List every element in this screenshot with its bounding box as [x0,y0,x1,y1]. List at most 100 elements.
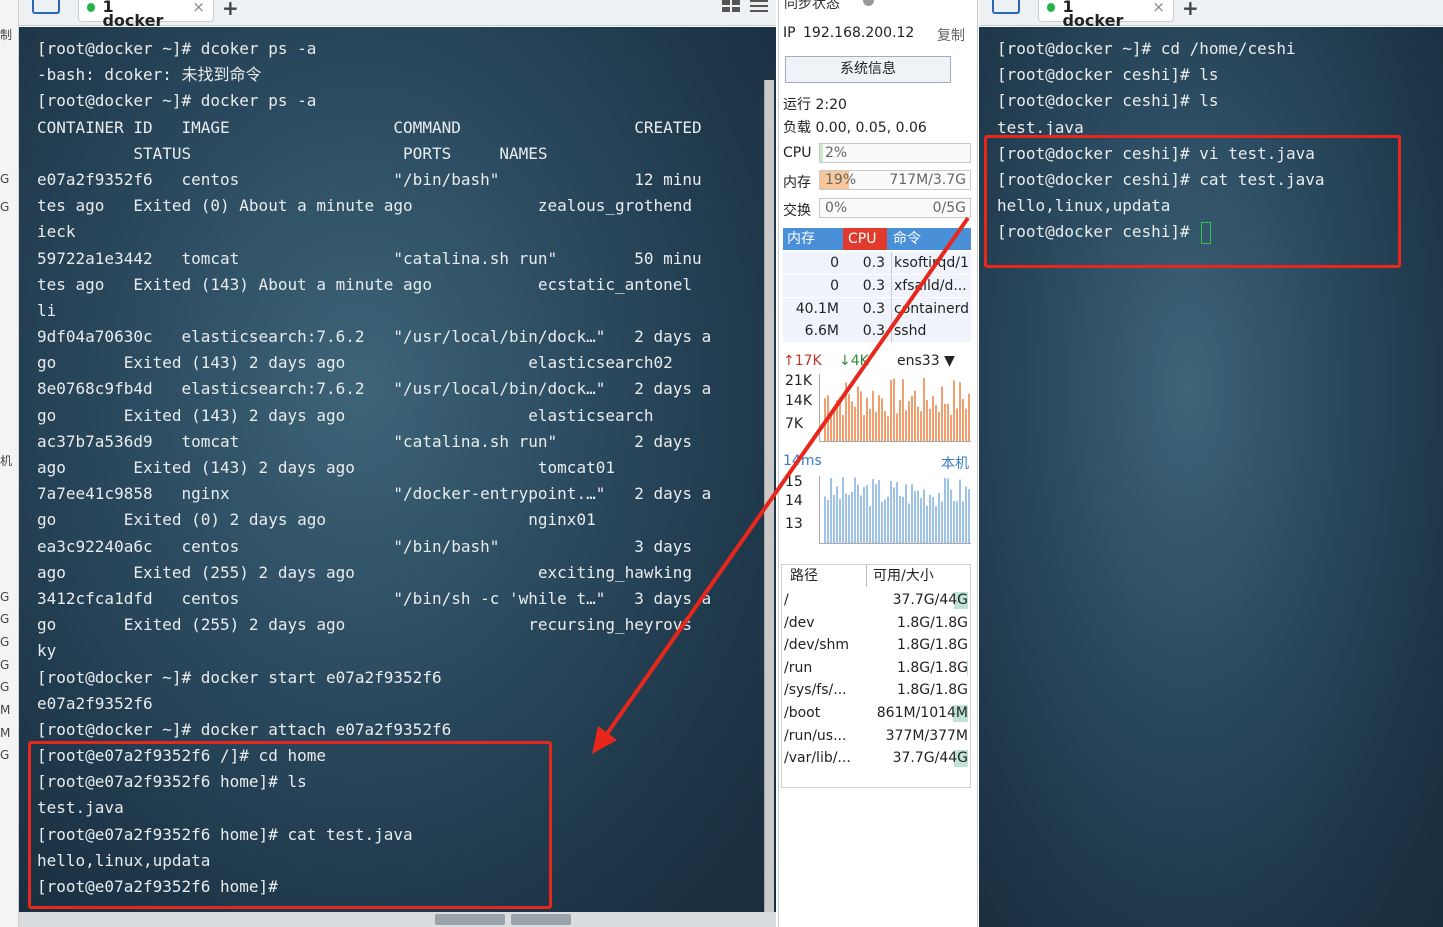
chart-bar [839,397,841,441]
chart-bar [935,505,937,543]
chart-bar [860,495,862,543]
network-interface-select[interactable]: ens33 ▼ [897,353,955,369]
process-cmd-column[interactable]: 命令 [893,228,921,250]
chart-bar [827,499,829,543]
chart-bar [941,501,943,543]
disk-row[interactable]: /dev/shm 1.8G/1.8G [782,634,970,657]
chart-bar [920,498,922,543]
session-manager-button[interactable] [979,0,1031,22]
terminal-line: tes ago Exited (0) About a minute ago ze… [37,193,711,219]
terminal-line-text: 3412cfca1dfd centos "/bin/sh -c 'while t… [37,588,712,608]
disk-path-column[interactable]: 路径 [790,565,818,587]
terminal-line: tes ago Exited (143) About a minute ago … [37,272,711,298]
ip-label: IP [783,25,796,41]
chart-bar [893,378,895,441]
process-mem: 6.6M [804,323,839,339]
process-mem: 40.1M [795,301,839,317]
terminal-line-text: ieck [37,222,76,242]
disk-path: /boot [784,705,821,721]
terminal-line-text: ac37b7a536d9 tomcat "catalina.sh run" 2 … [37,431,693,451]
process-cmd: ksoftirqd/1 [891,252,973,274]
process-cpu-column[interactable]: CPU [843,228,887,250]
swap-label: 交换 [783,203,811,219]
terminal-line-text: e07a2f9352f6 [37,693,153,713]
disk-row[interactable]: /run 1.8G/1.8G [782,657,970,680]
scroll-thumb[interactable] [435,914,505,925]
process-row[interactable]: 6.6M 0.3 sshd [783,320,971,342]
chart-bar [932,395,934,441]
terminal-line-text: [root@docker ~]# docker ps -a [37,91,317,111]
highlight-box-host-output [984,135,1401,268]
disk-row[interactable]: /boot 861M/1014M [782,702,970,725]
chart-bar [911,395,913,441]
disk-size: 37.7G/44G [892,750,968,767]
disk-row[interactable]: /var/lib/... 37.7G/44G [782,747,970,770]
process-cpu: 0.3 [862,278,885,294]
disk-row[interactable]: /run/us... 377M/377M [782,725,970,748]
connected-status-icon [87,3,96,12]
session-manager-button[interactable] [19,0,71,22]
tab-docker[interactable]: 1 docker × [1038,0,1174,29]
chart-bar [926,400,928,441]
disk-size: 37.7G/44G [892,592,968,608]
highlight-box-container-output [28,741,552,909]
terminal-line: CONTAINER ID IMAGE COMMAND CREATED [37,115,711,141]
net-download: ↓4K [839,353,869,369]
chart-bar [965,408,967,441]
latency-host[interactable]: 本机 [941,453,969,473]
swap-percent: 0% [825,200,848,216]
terminal-line: go Exited (0) 2 days ago nginx01 [37,507,711,533]
menu-icon[interactable] [750,0,768,12]
disk-row[interactable]: /sys/fs/... 1.8G/1.8G [782,679,970,702]
terminal-line-text: e07a2f9352f6 centos "/bin/bash" 12 minu [37,169,702,189]
chart-bar [911,484,913,543]
close-tab-icon[interactable]: × [1152,0,1165,15]
vertical-scrollbar[interactable] [764,80,774,912]
chart-bar [878,395,880,441]
system-info-button[interactable]: 系统信息 [785,56,951,83]
chart-bar [890,379,892,441]
process-cpu: 0.3 [862,255,885,271]
terminal-line: [root@docker ~]# dcoker ps -a [37,36,711,62]
net-y-label: 14K [785,393,812,409]
chart-bar [941,386,943,441]
chart-bar [854,477,856,543]
folder-icon [992,0,1020,14]
process-row[interactable]: 0 0.3 ksoftirqd/1 [783,252,971,274]
terminal-line-text: [root@docker ~]# docker attach e07a2f935… [37,719,452,739]
layout-grid-icon[interactable] [722,0,742,12]
memory-label: 内存 [783,175,811,191]
chart-bar [899,495,901,543]
memory-meter: 19% 717M/3.7G [819,170,971,190]
close-tab-icon[interactable]: × [192,0,205,15]
process-cpu: 0.3 [862,323,885,339]
process-row[interactable]: 0 0.3 xfsaild/d... [783,275,971,297]
ip-address: 192.168.200.12 [803,25,915,41]
add-tab-button[interactable]: + [222,0,239,20]
chart-bar [875,411,877,441]
chart-bar [884,411,886,441]
terminal-line: ago Exited (143) 2 days ago tomcat01 [37,455,711,481]
copy-ip-button[interactable]: 复制 [937,25,965,45]
terminal-line: 3412cfca1dfd centos "/bin/sh -c 'while t… [37,586,711,612]
disk-row[interactable]: / 37.7G/44G [782,589,970,612]
edge-glyph: G [0,172,10,186]
chart-bar [842,477,844,543]
process-mem-column[interactable]: 内存 [787,228,815,250]
terminal-line-text: go Exited (255) 2 days ago recursing_hey… [37,615,693,635]
chart-bar [851,401,853,441]
disk-size-column[interactable]: 可用/大小 [866,565,934,587]
horizontal-scrollbar[interactable] [19,912,776,927]
left-tab-bar: 1 docker × + [19,0,776,29]
disk-row[interactable]: /dev 1.8G/1.8G [782,612,970,635]
process-table-header[interactable]: 内存 CPU 命令 [783,228,971,250]
terminal-line: ago Exited (255) 2 days ago exciting_haw… [37,560,711,586]
chart-bar [881,501,883,543]
scroll-thumb[interactable] [511,914,571,925]
add-tab-button[interactable]: + [1182,0,1199,20]
disk-table-header: 路径 可用/大小 [782,565,970,587]
chart-bar [851,491,853,543]
tab-docker[interactable]: 1 docker × [78,0,214,29]
process-row[interactable]: 40.1M 0.3 containerd [783,298,971,320]
chart-bar [857,484,859,543]
